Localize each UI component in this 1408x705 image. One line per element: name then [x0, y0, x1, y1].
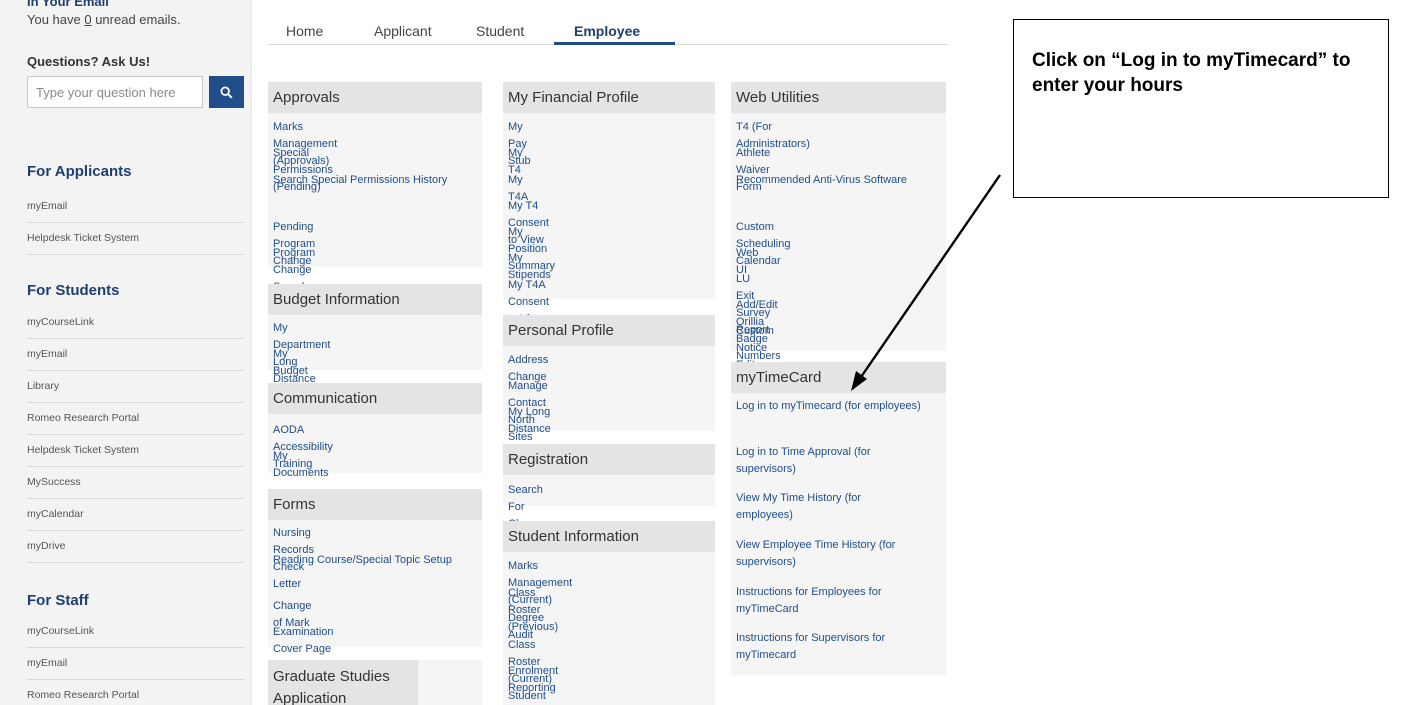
for-students-heading: For Students: [27, 282, 120, 299]
ask-us-heading: Questions? Ask Us!: [27, 54, 151, 69]
tab-student[interactable]: Student: [476, 23, 524, 39]
sidebar-item-myemail[interactable]: myEmail: [27, 648, 244, 680]
link-instructions-supervisors[interactable]: Instructions for Supervisors for myTimec…: [736, 630, 936, 664]
tab-employee[interactable]: Employee: [574, 23, 640, 39]
personal-profile-heading: Personal Profile: [503, 315, 715, 346]
link-reading-course-setup[interactable]: Reading Course/Special Topic Setup: [273, 552, 473, 569]
link-login-time-approval[interactable]: Log in to Time Approval (for supervisors…: [736, 444, 926, 478]
unread-prefix: You have: [27, 12, 85, 27]
search-button[interactable]: [209, 76, 244, 108]
unread-count-link[interactable]: 0: [84, 12, 91, 27]
sidebar-item-myemail[interactable]: myEmail: [27, 191, 244, 223]
link-anti-virus[interactable]: Recommended Anti-Virus Software: [736, 172, 916, 189]
link-my-time-history[interactable]: View My Time History (for employees): [736, 490, 916, 524]
for-applicants-heading: For Applicants: [27, 163, 132, 180]
student-information-heading: Student Information: [503, 521, 715, 552]
registration-heading: Registration: [503, 444, 715, 475]
question-input[interactable]: [27, 76, 203, 108]
link-my-long-distance[interactable]: My Long Distance: [508, 404, 551, 438]
unread-email-text: You have 0 unread emails.: [27, 12, 180, 27]
link-examination-cover[interactable]: Examination Cover Page: [273, 624, 334, 658]
mytimecard-heading: myTimeCard: [731, 362, 946, 393]
sidebar-item-mycourselink[interactable]: myCourseLink: [27, 307, 244, 339]
graduate-studies-heading: Graduate Studies Application: [268, 660, 418, 705]
link-login-mytimecard[interactable]: Log in to myTimecard (for employees): [736, 398, 926, 415]
email-heading: In Your Email: [27, 0, 109, 9]
web-utilities-heading: Web Utilities: [731, 82, 946, 113]
link-my-documents[interactable]: My Documents: [273, 448, 329, 482]
unread-suffix: unread emails.: [91, 12, 181, 27]
sidebar-item-library[interactable]: Library: [27, 371, 244, 403]
financial-profile-heading: My Financial Profile: [503, 82, 715, 113]
budget-heading: Budget Information: [268, 284, 482, 315]
search-icon: [220, 85, 233, 99]
link-accessibility-lookup[interactable]: Student Accessibility Lookup: [508, 688, 568, 705]
forms-heading: Forms: [268, 489, 482, 520]
sidebar-item-mysuccess[interactable]: MySuccess: [27, 467, 244, 499]
sidebar-item-myemail[interactable]: myEmail: [27, 339, 244, 371]
left-sidebar: In Your Email You have 0 unread emails. …: [0, 0, 252, 705]
instruction-callout: Click on “Log in to myTimecard” to enter…: [1013, 19, 1389, 198]
sidebar-item-mydrive[interactable]: myDrive: [27, 531, 244, 563]
link-my-budget[interactable]: My Budget: [273, 346, 308, 380]
sidebar-item-helpdesk[interactable]: Helpdesk Ticket System: [27, 223, 244, 255]
active-tab-indicator: [554, 42, 675, 45]
communication-heading: Communication: [268, 383, 482, 414]
link-search-special-permissions[interactable]: Search Special Permissions History: [273, 172, 463, 189]
link-employee-time-history[interactable]: View Employee Time History (for supervis…: [736, 537, 941, 571]
staff-list: myCourseLink myEmail Romeo Research Port…: [27, 616, 244, 705]
applicants-list: myEmail Helpdesk Ticket System: [27, 191, 244, 255]
sidebar-item-romeo[interactable]: Romeo Research Portal: [27, 403, 244, 435]
link-instructions-employees[interactable]: Instructions for Employees for myTimeCar…: [736, 584, 926, 618]
students-list: myCourseLink myEmail Library Romeo Resea…: [27, 307, 244, 563]
main-tabs: Home Applicant Student Employee: [268, 0, 948, 45]
sidebar-item-romeo[interactable]: Romeo Research Portal: [27, 680, 244, 705]
sidebar-item-mycourselink[interactable]: myCourseLink: [27, 616, 244, 648]
approvals-heading: Approvals: [268, 82, 482, 113]
tab-home[interactable]: Home: [286, 23, 323, 39]
sidebar-item-helpdesk[interactable]: Helpdesk Ticket System: [27, 435, 244, 467]
for-staff-heading: For Staff: [27, 592, 89, 609]
tab-applicant[interactable]: Applicant: [374, 23, 432, 39]
sidebar-item-mycalendar[interactable]: myCalendar: [27, 499, 244, 531]
